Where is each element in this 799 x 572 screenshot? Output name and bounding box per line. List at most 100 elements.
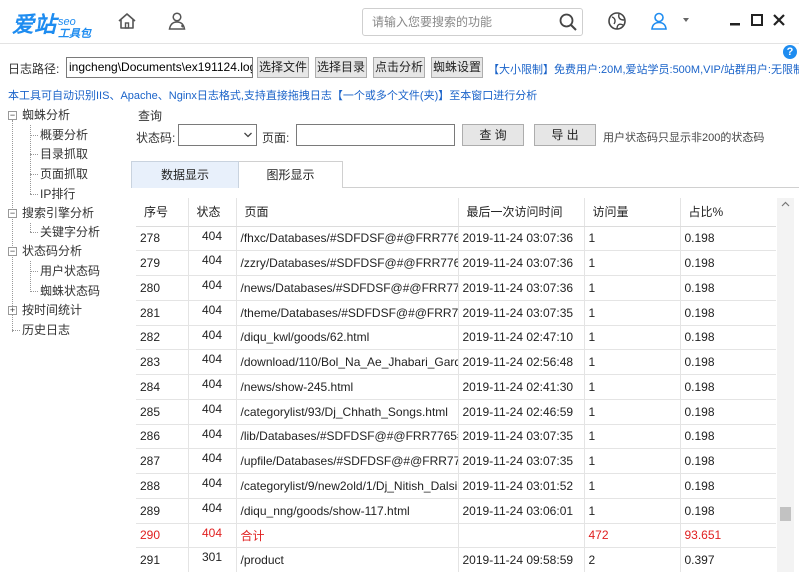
cell-status: 301	[188, 547, 237, 572]
col-header-last-visit[interactable]: 最后一次访问时间	[458, 198, 585, 227]
table-row[interactable]: 286404/lib/Databases/#SDFDSF@#@FRR7765##…	[136, 424, 776, 450]
cell-page: 合计	[236, 523, 459, 549]
table-row[interactable]: 284 404/news/show-245.html 2019-11-24 02:4…	[136, 374, 776, 400]
page-input[interactable]	[296, 124, 455, 146]
cell-id: 291	[136, 547, 189, 572]
tree-spider-analysis[interactable]: 蜘蛛分析	[22, 106, 70, 124]
cell-page: /zzry/Databases/#SDFDSF@#@FRR7765##.asp	[236, 250, 459, 276]
expand-icon[interactable]: +	[8, 306, 17, 315]
table-row[interactable]: 291 301/product 2019-11-24 09:58:59 2 0.397	[136, 547, 776, 572]
search-box[interactable]	[362, 8, 583, 36]
cell-ratio: 0.397	[680, 547, 776, 572]
user-account-icon[interactable]	[648, 10, 670, 32]
cell-last-visit: 2019-11-24 03:07:35	[458, 448, 585, 474]
cell-id: 289	[136, 498, 189, 524]
info-text: 本工具可自动识别IIS、Apache、Nginx日志格式,支持直接拖拽日志【一个…	[8, 90, 538, 102]
cell-ratio: 0.198	[680, 399, 776, 425]
tree-time-stats[interactable]: 按时间统计	[22, 301, 82, 319]
col-header-page[interactable]: 页面	[236, 198, 459, 227]
cell-id: 282	[136, 325, 189, 351]
query-button[interactable]: 查 询	[462, 124, 524, 146]
table-row[interactable]: 281404/theme/Databases/#SDFDSF@#@FRR7765…	[136, 300, 776, 326]
table-row[interactable]: 290 404 合计 472 93.651	[136, 523, 776, 549]
spider-settings-button[interactable]: 蜘蛛设置	[431, 57, 483, 78]
view-tabs: 数据显示 图形显示	[131, 161, 799, 188]
collapse-icon[interactable]: −	[8, 247, 17, 256]
col-header-visits[interactable]: 访问量	[584, 198, 681, 227]
cell-id: 278	[136, 226, 189, 252]
table-header-row: 序号 状态 页面 最后一次访问时间 访问量 占比%	[136, 198, 776, 227]
tree-dir-crawl[interactable]: 目录抓取	[40, 145, 88, 163]
help-icon[interactable]: ?	[783, 45, 797, 59]
data-table: 序号 状态 页面 最后一次访问时间 访问量 占比% 278 404/fhxc/Da…	[136, 198, 776, 572]
cell-last-visit	[458, 523, 585, 549]
cell-last-visit: 2019-11-24 03:07:36	[458, 275, 585, 301]
select-file-button[interactable]: 选择文件	[257, 57, 309, 78]
status-code-label: 状态码:	[136, 131, 176, 145]
col-header-id[interactable]: 序号	[136, 198, 189, 227]
tree-user-status[interactable]: 用户状态码	[40, 262, 100, 280]
col-header-status[interactable]: 状态	[188, 198, 237, 227]
tab-data-view[interactable]: 数据显示	[131, 161, 239, 188]
table-row[interactable]: 287404/upfile/Databases/#SDFDSF@#@FRR776…	[136, 448, 776, 474]
analyze-button[interactable]: 点击分析	[373, 57, 425, 78]
search-input[interactable]	[363, 9, 553, 35]
size-limit-text: 【大小限制】免费用户:20M,爱站学员:500M,VIP/站群用户:无限制	[488, 64, 799, 76]
search-icon[interactable]	[558, 12, 578, 32]
cell-last-visit: 2019-11-24 03:01:52	[458, 473, 585, 499]
home-icon[interactable]	[116, 10, 138, 32]
skin-icon[interactable]	[606, 10, 628, 32]
cell-status: 404	[188, 498, 237, 524]
cell-page: /news/show-245.html	[236, 374, 459, 400]
cell-ratio: 93.651	[680, 523, 776, 549]
cell-status: 404	[188, 325, 237, 351]
maximize-icon[interactable]	[749, 12, 765, 28]
account-dropdown-icon[interactable]	[680, 14, 692, 26]
table-row[interactable]: 278404/fhxc/Databases/#SDFDSF@#@FRR7765#…	[136, 226, 776, 252]
cell-page: /lib/Databases/#SDFDSF@#@FRR7765##.asp	[236, 424, 459, 450]
table-row[interactable]: 280404/news/Databases/#SDFDSF@#@FRR7765#…	[136, 275, 776, 301]
cell-visits: 1	[584, 275, 681, 301]
status-code-select[interactable]	[178, 124, 257, 146]
logo-tool: 工具包	[58, 28, 92, 40]
minimize-icon[interactable]	[727, 12, 743, 28]
tab-chart-view[interactable]: 图形显示	[239, 161, 343, 188]
tree-search-engine[interactable]: 搜索引擎分析	[22, 204, 94, 222]
log-path-input[interactable]: ingcheng\Documents\ex191124.log	[66, 57, 253, 78]
table-row[interactable]: 289 404/diqu_nng/goods/show-117.html 2019-…	[136, 498, 776, 524]
collapse-icon[interactable]: −	[8, 209, 17, 218]
close-icon[interactable]	[771, 12, 787, 28]
table-row[interactable]: 282 404/diqu_kwl/goods/62.html 2019-11-24 …	[136, 325, 776, 351]
export-button[interactable]: 导 出	[534, 124, 596, 146]
cell-last-visit: 2019-11-24 03:07:35	[458, 300, 585, 326]
cell-ratio: 0.198	[680, 250, 776, 276]
tree-history[interactable]: 历史日志	[22, 321, 70, 339]
col-header-ratio[interactable]: 占比%	[680, 198, 776, 227]
scrollbar-thumb[interactable]	[780, 507, 791, 521]
app-window: 爱站 seo 工具包 请输入您要搜索的功能 ? 日志路径: ingcheng\D…	[0, 0, 799, 572]
table-scrollbar[interactable]	[777, 198, 794, 572]
cell-page: /categorylist/9/new2old/1/Dj_Nitish_Dals…	[236, 473, 459, 499]
tree-overview[interactable]: 概要分析	[40, 126, 88, 144]
tree-keyword[interactable]: 关键字分析	[40, 223, 100, 241]
cell-id: 288	[136, 473, 189, 499]
tree-spider-status[interactable]: 蜘蛛状态码	[40, 282, 100, 300]
tree-page-crawl[interactable]: 页面抓取	[40, 165, 88, 183]
table-row[interactable]: 283 404/download/110/Bol_Na_Ae_Jhabari_Ga…	[136, 349, 776, 375]
cell-page: /fhxc/Databases/#SDFDSF@#@FRR7765##.asp	[236, 226, 459, 252]
select-dir-button[interactable]: 选择目录	[315, 57, 367, 78]
scroll-up-icon[interactable]	[781, 200, 790, 209]
tree-status-code[interactable]: 状态码分析	[22, 242, 82, 260]
collapse-icon[interactable]: −	[8, 111, 17, 120]
cell-status: 404	[188, 523, 237, 549]
tree-ip-rank[interactable]: IP排行	[40, 185, 75, 203]
user-switch-icon[interactable]	[166, 10, 188, 32]
cell-ratio: 0.198	[680, 424, 776, 450]
table-row[interactable]: 279404/zzry/Databases/#SDFDSF@#@FRR7765#…	[136, 250, 776, 276]
page-label: 页面:	[262, 131, 290, 145]
table-row[interactable]: 288 404/categorylist/9/new2old/1/Dj_Nitis…	[136, 473, 776, 499]
cell-visits: 472	[584, 523, 681, 549]
table-row[interactable]: 285 404/categorylist/93/Dj_Chhath_Songs.h…	[136, 399, 776, 425]
cell-visits: 1	[584, 498, 681, 524]
cell-visits: 1	[584, 424, 681, 450]
